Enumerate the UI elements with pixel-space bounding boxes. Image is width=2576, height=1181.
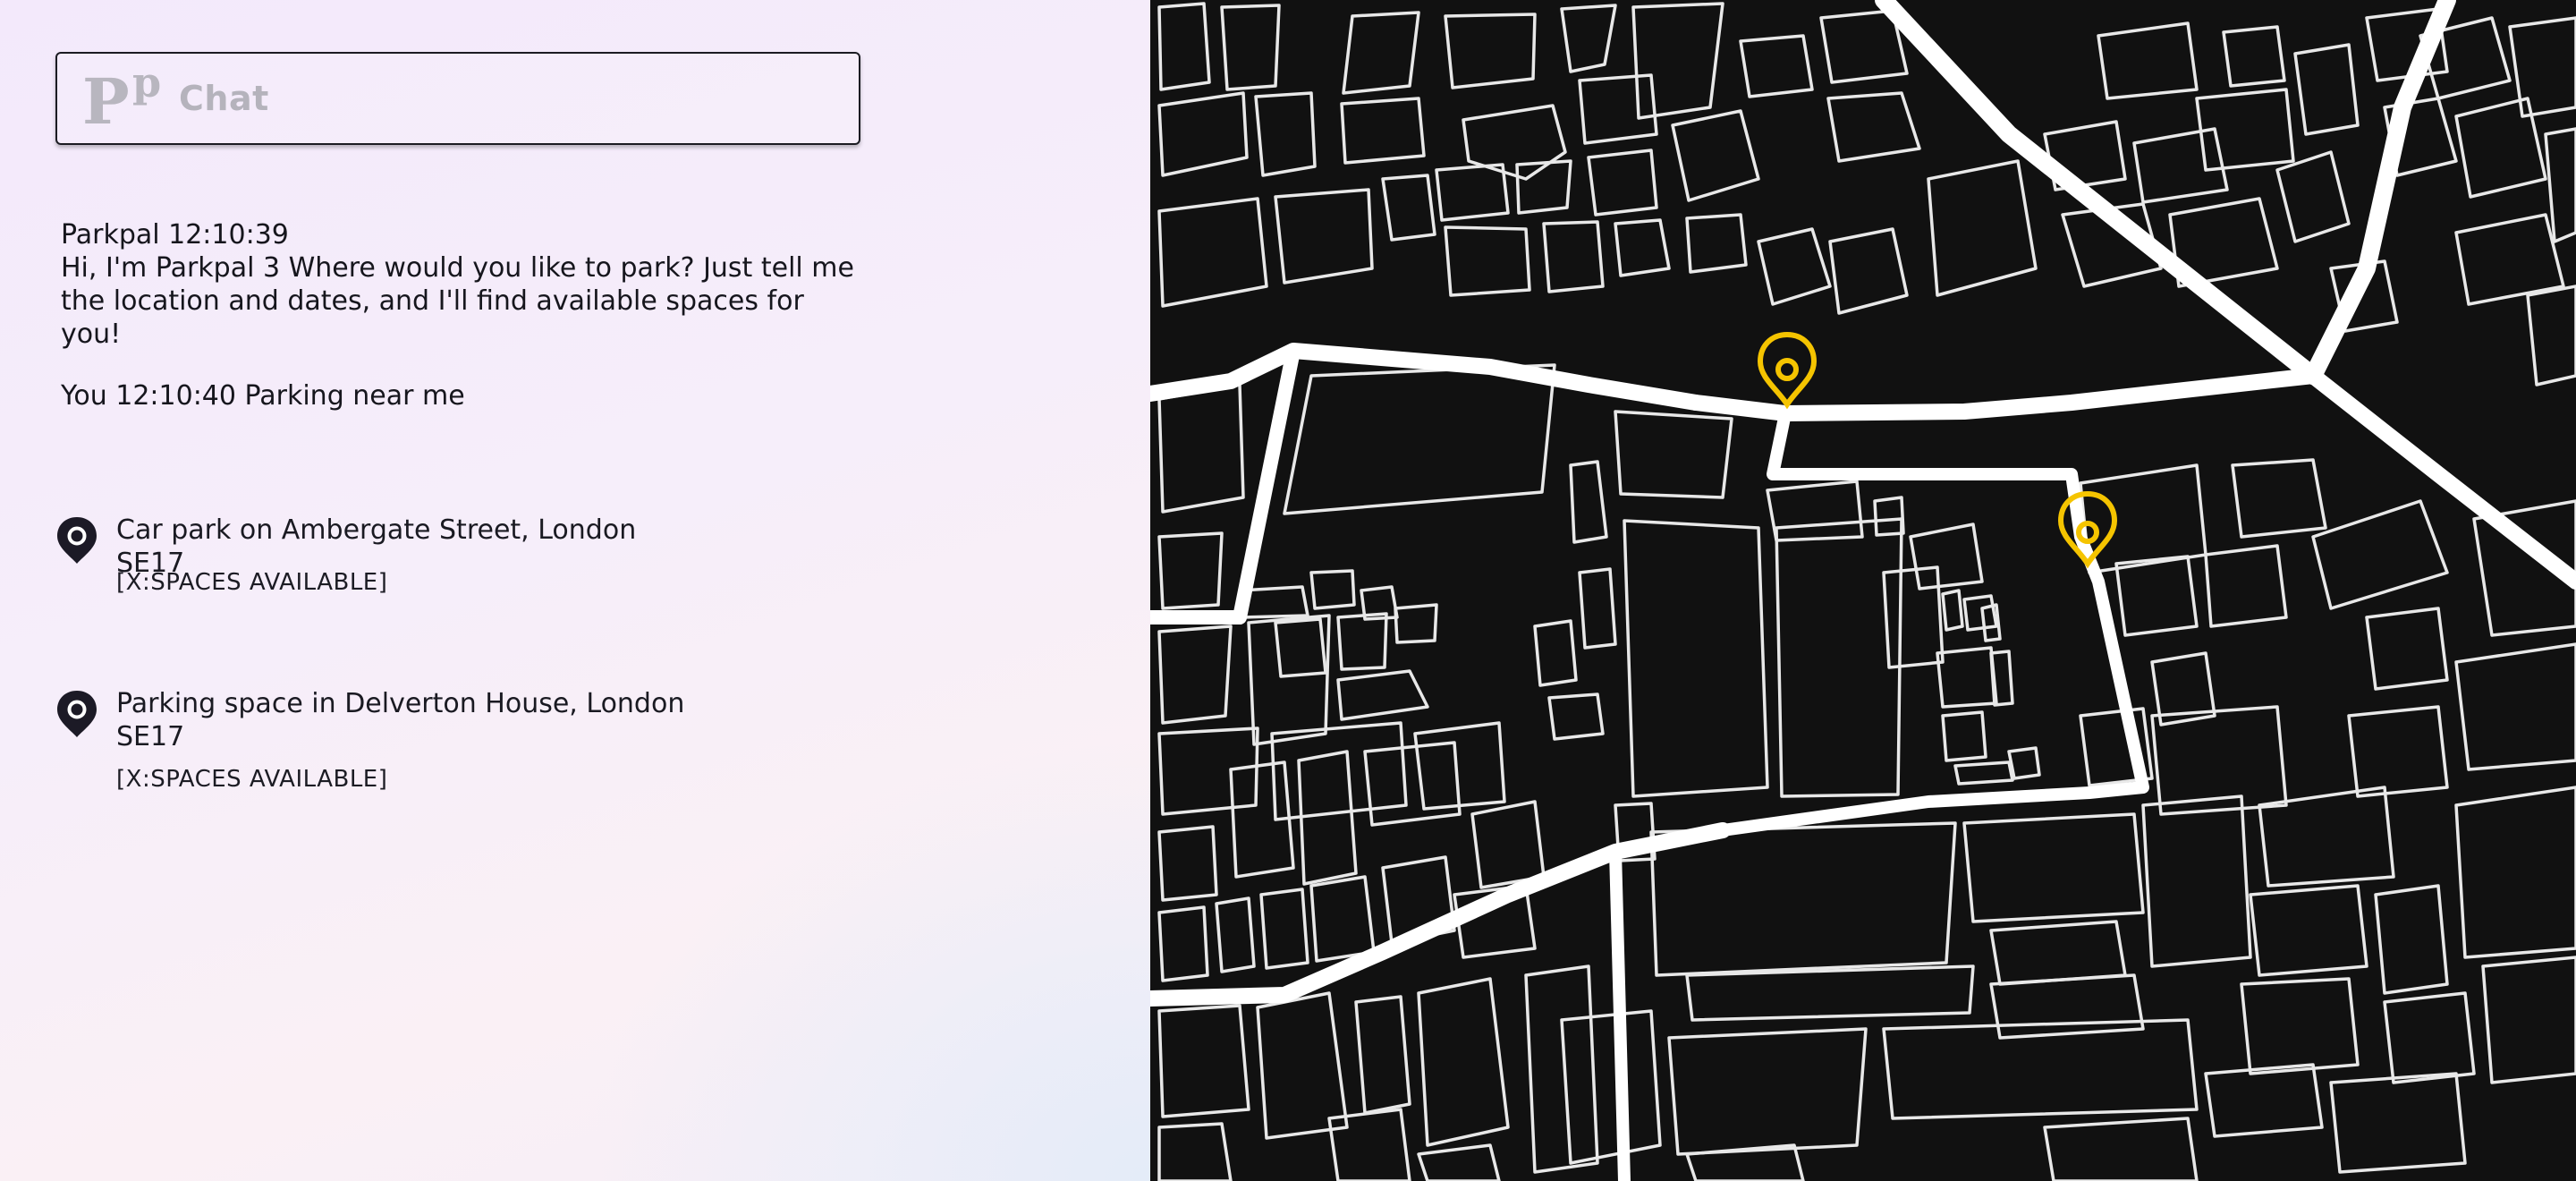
user-message: You 12:10:40 Parking near me <box>61 379 866 412</box>
availability-label: [X:SPACES AVAILABLE] <box>116 569 388 596</box>
location-pin-icon <box>57 691 97 737</box>
message-text: You 12:10:40 Parking near me <box>61 380 465 412</box>
parkpal-message: Parkpal 12:10:39 Hi, I'm Parkpal 3 Where… <box>61 218 866 351</box>
parkpal-logo: P p <box>82 62 170 139</box>
message-header: Parkpal 12:10:39 <box>61 219 289 251</box>
map-canvas[interactable] <box>1150 0 2576 1181</box>
logo-letter: P <box>82 64 130 139</box>
logo-superscript: p <box>132 58 162 106</box>
map-view[interactable] <box>1150 0 2576 1181</box>
location-pin-icon[interactable] <box>1757 331 1818 410</box>
message-text: Hi, I'm Parkpal 3 Where would you like t… <box>61 252 854 350</box>
map-markers[interactable] <box>1757 331 2118 569</box>
location-pin-icon <box>57 517 97 564</box>
chat-panel: P p Chat Parkpal 12:10:39 Hi, I'm Parkpa… <box>0 0 1150 1181</box>
result-title: Parking space in Delverton House, London… <box>116 688 685 752</box>
chat-header[interactable]: P p Chat <box>55 52 860 145</box>
availability-label: [X:SPACES AVAILABLE] <box>116 766 388 793</box>
chat-title: Chat <box>179 79 269 118</box>
city-blocks <box>1157 2 2576 1181</box>
